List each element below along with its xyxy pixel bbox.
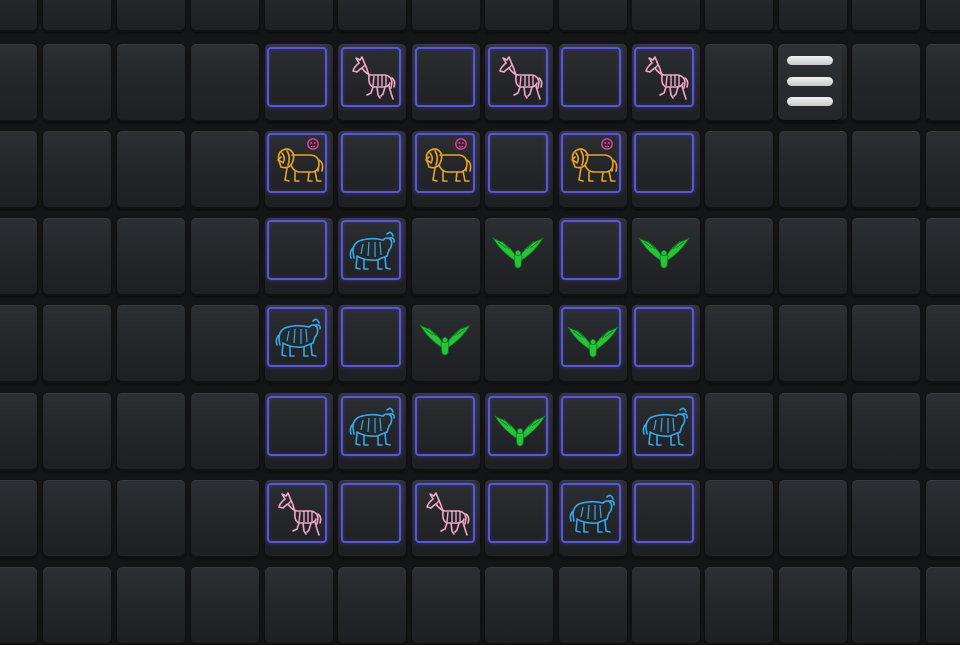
board-cell[interactable] [634,133,694,193]
board-cell[interactable] [488,133,548,193]
buffalo-icon [349,231,395,270]
lion-badge-icon [455,138,467,150]
board-cell[interactable] [267,47,327,107]
board-cell[interactable] [341,133,401,193]
zebra-icon [426,492,470,536]
board-cell[interactable] [488,396,548,456]
board-cell[interactable] [634,220,694,280]
zebra-icon [645,56,689,100]
bird-icon [638,237,690,269]
board-cell[interactable] [634,396,694,456]
board-cell[interactable] [488,307,548,367]
board-cell[interactable] [267,133,327,193]
board-cell[interactable] [561,483,621,543]
board-cell[interactable] [561,47,621,107]
board-cell[interactable] [415,220,475,280]
board-cell[interactable] [634,47,694,107]
lion-badge-icon [307,138,319,150]
board-cell[interactable] [267,220,327,280]
bird-icon [419,324,471,356]
board-cell[interactable] [341,220,401,280]
zebra-icon [278,492,322,536]
board-cell[interactable] [341,47,401,107]
board-cell[interactable] [488,220,548,280]
menu-button[interactable] [778,44,842,120]
bird-icon [492,237,544,269]
board-cell[interactable] [341,483,401,543]
board-cell[interactable] [561,220,621,280]
zebra-icon [352,56,396,100]
board-cell[interactable] [488,483,548,543]
buffalo-icon [642,407,688,446]
zebra-icon [499,56,543,100]
board-cell[interactable] [267,483,327,543]
board-cell[interactable] [341,307,401,367]
board-cell[interactable] [415,307,475,367]
board-cell[interactable] [415,396,475,456]
board-cell[interactable] [267,396,327,456]
board-cell[interactable] [561,396,621,456]
bird-icon [494,415,546,447]
buffalo-icon [349,407,395,446]
board-cell[interactable] [415,47,475,107]
bird-icon [567,326,619,358]
board-cell[interactable] [488,47,548,107]
lion-badge-icon [601,138,613,150]
board-cell[interactable] [561,133,621,193]
board-cell[interactable] [267,307,327,367]
buffalo-icon [275,318,321,357]
board-cell[interactable] [634,483,694,543]
board-cell[interactable] [415,133,475,193]
board-cell[interactable] [341,396,401,456]
board-cell[interactable] [634,307,694,367]
buffalo-icon [569,494,615,533]
board-cell[interactable] [561,307,621,367]
board-cell[interactable] [415,483,475,543]
